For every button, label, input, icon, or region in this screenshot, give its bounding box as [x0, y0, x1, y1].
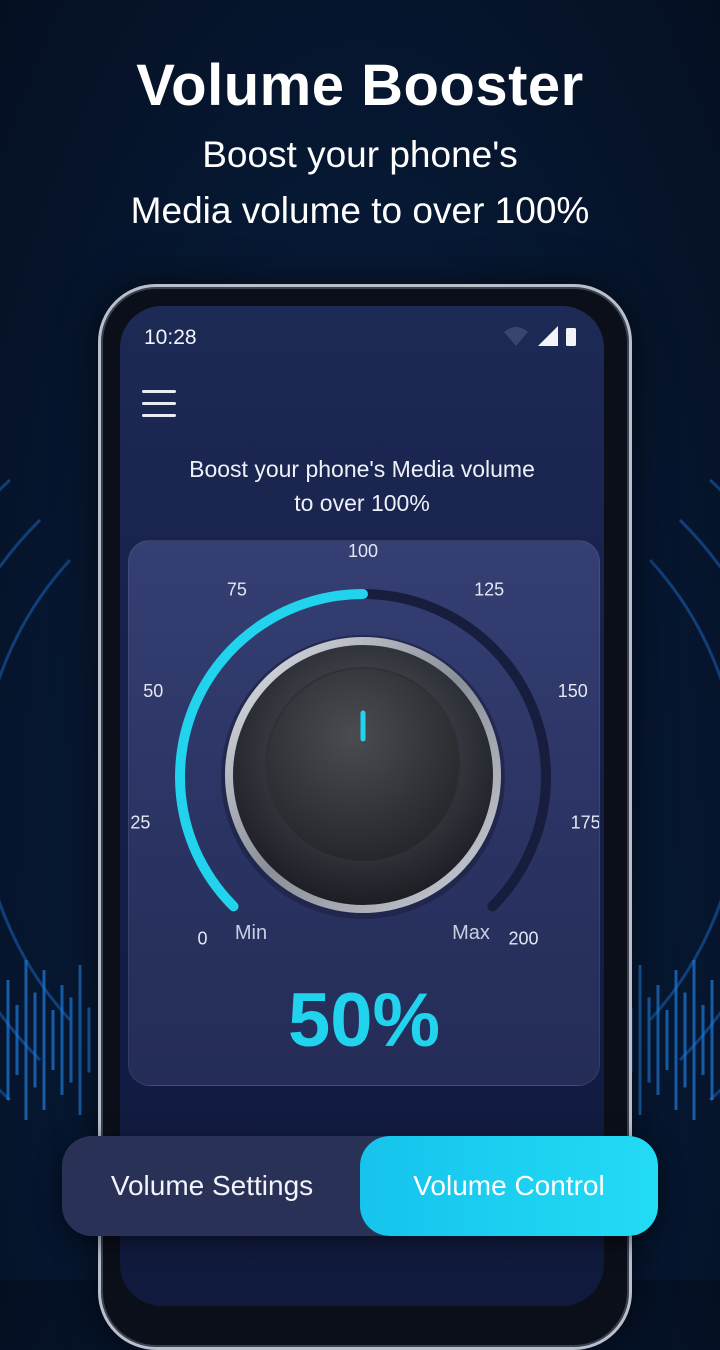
dial-tick-label-75: 75: [227, 579, 247, 599]
promo-subtitle-line1: Boost your phone's: [202, 134, 518, 175]
knob-cap[interactable]: [265, 667, 461, 863]
status-time: 10:28: [144, 326, 197, 349]
app-description-line1: Boost your phone's Media volume: [189, 456, 535, 482]
dial-tick-label-25: 25: [130, 812, 150, 832]
promo-subtitle-line2: Media volume to over 100%: [130, 190, 590, 231]
signal-icon: [538, 326, 558, 346]
volume-percent: 50%: [287, 978, 441, 1063]
dial-tick-label-125: 125: [474, 579, 504, 599]
hamburger-menu-icon[interactable]: [142, 390, 176, 420]
wifi-icon: [504, 327, 528, 346]
tab-volume-settings[interactable]: Volume Settings: [62, 1136, 362, 1236]
tab-volume-control[interactable]: Volume Control: [360, 1136, 658, 1236]
dial-tick-label-100: 100: [348, 541, 378, 561]
dial-tick-label-200: 200: [508, 929, 538, 949]
app-description-line2: to over 100%: [294, 490, 430, 516]
dial-tick-label-50: 50: [143, 681, 163, 701]
dial-min-label: Min: [235, 922, 267, 944]
bottom-tab-bar: Volume Settings Volume Control: [62, 1136, 658, 1236]
volume-dial-card: 0 25 50 75 100 125 150 175 200 Min Max 50%: [128, 540, 600, 1086]
status-icons: [504, 326, 576, 346]
dial-tick-label-175: 175: [571, 812, 599, 832]
dial-max-label: Max: [452, 922, 490, 944]
dial-tick-label-0: 0: [197, 929, 207, 949]
promo-title: Volume Booster: [136, 53, 584, 118]
dial-tick-label-150: 150: [558, 681, 588, 701]
battery-icon: [566, 328, 576, 346]
